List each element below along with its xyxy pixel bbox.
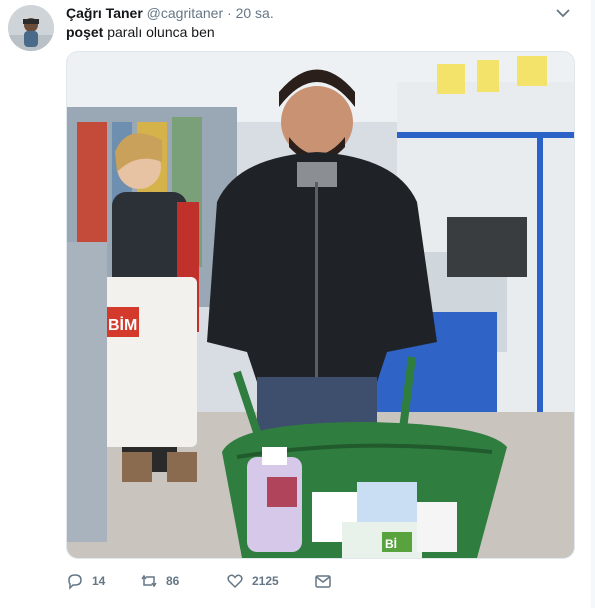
tweet-text: poşet paralı olunca ben xyxy=(66,23,215,41)
package-text: Bİ xyxy=(385,536,397,551)
tweet-header: Çağrı Taner @cagritaner · 20 sa. xyxy=(66,4,274,22)
tweet-photo[interactable]: BİM Bİ xyxy=(66,51,575,559)
tweet-text-rest: paralı olunca ben xyxy=(103,24,215,40)
like-count: 2125 xyxy=(252,574,279,588)
bag-text: BİM xyxy=(108,316,137,334)
scrollbar[interactable] xyxy=(591,0,595,608)
user-handle[interactable]: @cagritaner xyxy=(147,5,223,21)
timestamp[interactable]: 20 sa. xyxy=(236,5,274,21)
tweet-actions: 14 86 2125 xyxy=(66,570,332,592)
retweet-button[interactable]: 86 xyxy=(140,572,226,590)
avatar[interactable] xyxy=(8,5,54,51)
retweet-count: 86 xyxy=(166,574,180,588)
reply-count: 14 xyxy=(92,574,106,588)
separator: · xyxy=(227,5,232,21)
dm-button[interactable] xyxy=(314,572,332,590)
envelope-icon xyxy=(315,575,331,588)
chevron-down-icon[interactable] xyxy=(555,6,571,18)
reply-icon xyxy=(68,574,82,590)
heart-icon xyxy=(227,574,243,589)
retweet-icon xyxy=(141,574,157,588)
like-button[interactable]: 2125 xyxy=(226,572,314,590)
display-name[interactable]: Çağrı Taner xyxy=(66,5,143,21)
tweet[interactable]: Çağrı Taner @cagritaner · 20 sa. poşet p… xyxy=(0,0,595,608)
reply-button[interactable]: 14 xyxy=(66,572,140,590)
tweet-text-bold: poşet xyxy=(66,24,104,40)
